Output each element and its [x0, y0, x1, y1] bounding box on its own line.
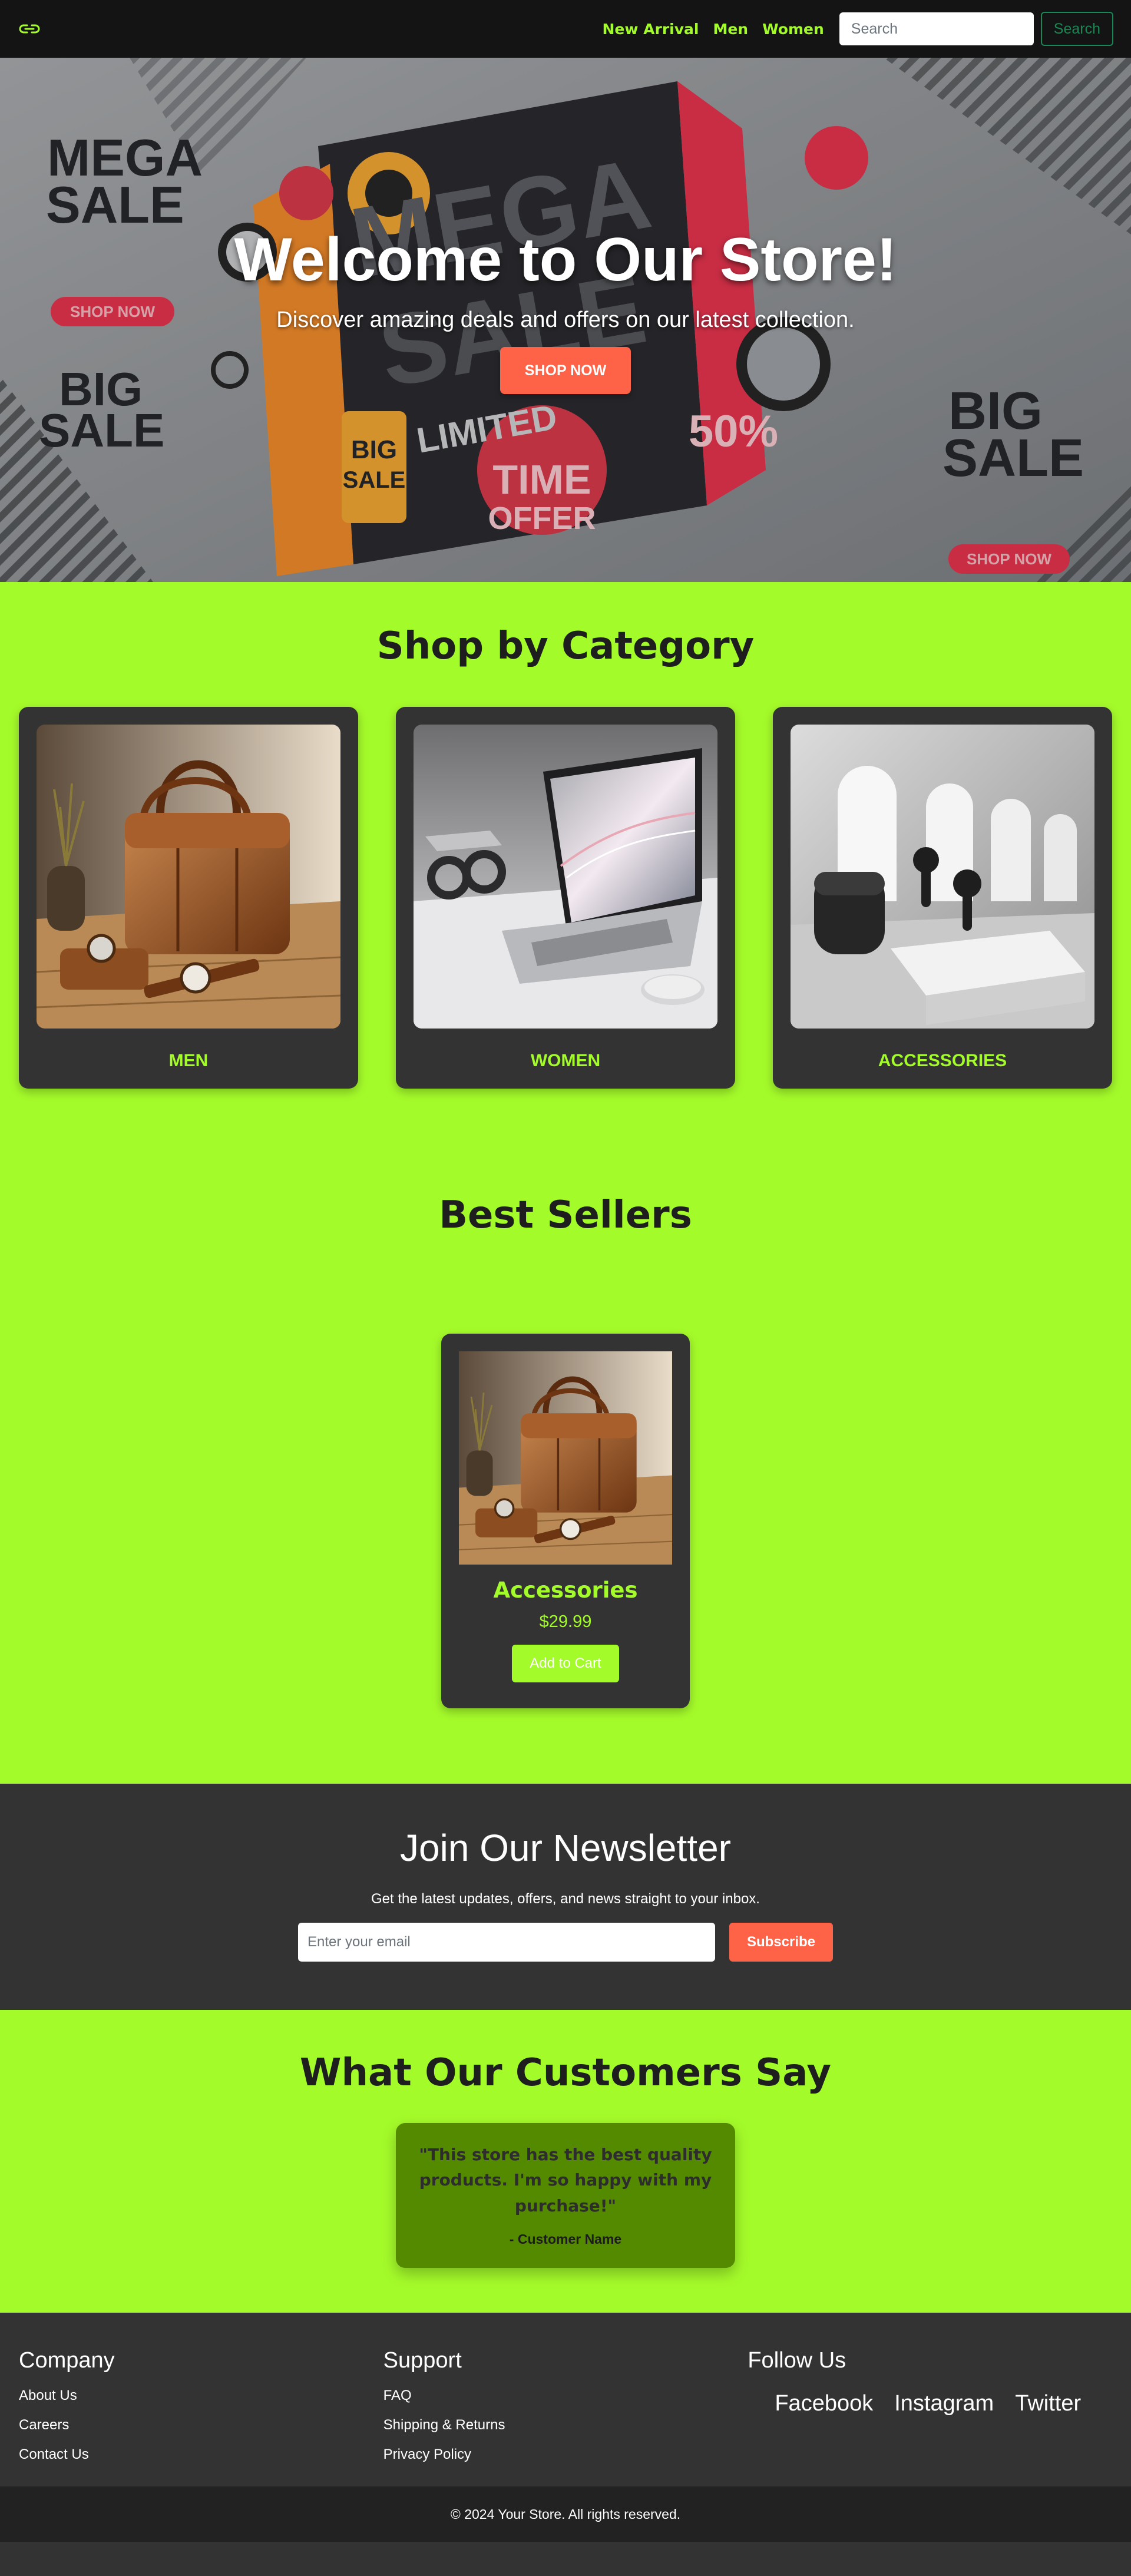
nav-link-men[interactable]: Men — [713, 21, 748, 38]
testimonial-author: - Customer Name — [509, 2231, 622, 2247]
category-card-accessories[interactable]: ACCESSORIES — [773, 707, 1112, 1089]
product-name: Accessories — [493, 1578, 638, 1603]
subscribe-button[interactable]: Subscribe — [729, 1923, 833, 1962]
bestsellers-header: Best Sellers — [0, 1193, 1131, 1282]
search-form: Search — [839, 12, 1113, 46]
add-to-cart-button[interactable]: Add to Cart — [512, 1645, 619, 1682]
newsletter-text: Get the latest updates, offers, and news… — [371, 1891, 760, 1907]
category-label-accessories: ACCESSORIES — [878, 1051, 1007, 1070]
social-link-twitter[interactable]: Twitter — [1015, 2391, 1081, 2416]
social-links: Facebook Instagram Twitter — [748, 2391, 1112, 2416]
footer-support-links: FAQ Shipping & Returns Privacy Policy — [383, 2387, 748, 2463]
bestsellers-section: Best Sellers Accessories $29.99 Add to C… — [0, 1193, 1131, 1784]
bestsellers-title: Best Sellers — [439, 1193, 692, 1237]
nav-link-new-arrival[interactable]: New Arrival — [602, 21, 699, 38]
earbuds-image — [791, 725, 1094, 1029]
footer-link-faq[interactable]: FAQ — [383, 2387, 412, 2403]
social-link-facebook[interactable]: Facebook — [775, 2391, 873, 2416]
footer-follow-column: Follow Us Facebook Instagram Twitter — [748, 2348, 1112, 2486]
footer-link-shipping-returns[interactable]: Shipping & Returns — [383, 2417, 505, 2433]
category-list: MEN WOMEN ACCESSORIES — [0, 707, 1131, 1089]
handbag-image — [37, 725, 340, 1029]
copyright-bar: © 2024 Your Store. All rights reserved. — [0, 2486, 1131, 2542]
product-image[interactable] — [459, 1351, 672, 1565]
category-label-women: WOMEN — [530, 1051, 601, 1070]
newsletter-form: Subscribe — [0, 1923, 1131, 1962]
copyright-text: © 2024 Your Store. All rights reserved. — [450, 2506, 681, 2522]
hero-subtitle: Discover amazing deals and offers on our… — [276, 307, 855, 333]
footer: Company About Us Careers Contact Us Supp… — [0, 2313, 1131, 2486]
page-bottom-spacer — [0, 2542, 1131, 2576]
search-button[interactable]: Search — [1040, 12, 1113, 46]
footer-follow-title: Follow Us — [748, 2348, 846, 2373]
link-icon — [19, 24, 40, 34]
footer-link-privacy-policy[interactable]: Privacy Policy — [383, 2446, 471, 2462]
newsletter-section: Join Our Newsletter Get the latest updat… — [0, 1784, 1131, 2010]
search-input[interactable] — [839, 12, 1034, 45]
hero-title: Welcome to Our Store! — [234, 226, 897, 294]
footer-link-about-us[interactable]: About Us — [19, 2387, 77, 2403]
footer-company-links: About Us Careers Contact Us — [19, 2387, 383, 2463]
category-card-men[interactable]: MEN — [19, 707, 358, 1089]
category-section-title: Shop by Category — [376, 624, 755, 668]
category-section: Shop by Category MEN WOMEN ACCESSORIES — [0, 582, 1131, 1193]
category-label-men: MEN — [168, 1051, 209, 1070]
product-card: Accessories $29.99 Add to Cart — [441, 1334, 690, 1708]
footer-support-column: Support FAQ Shipping & Returns Privacy P… — [383, 2348, 748, 2486]
testimonial-quote: "This store has the best quality product… — [419, 2145, 712, 2215]
footer-link-careers[interactable]: Careers — [19, 2417, 69, 2433]
category-card-women[interactable]: WOMEN — [396, 707, 735, 1089]
newsletter-title: Join Our Newsletter — [400, 1827, 731, 1869]
nav-link-women[interactable]: Women — [762, 21, 824, 38]
nav-menu: New Arrival Men Women Search — [602, 12, 1113, 46]
social-link-instagram[interactable]: Instagram — [894, 2391, 994, 2416]
testimonial-card: "This store has the best quality product… — [396, 2123, 735, 2268]
footer-company-title: Company — [19, 2348, 115, 2373]
hero-content: Welcome to Our Store! Discover amazing d… — [0, 58, 1131, 582]
logo-link[interactable] — [18, 21, 41, 37]
hero-banner: MEGA SALE SHOP NOW BIG SALE MEGA SALE LI… — [0, 58, 1131, 582]
footer-company-column: Company About Us Careers Contact Us — [19, 2348, 383, 2486]
navbar: New Arrival Men Women Search — [0, 0, 1131, 58]
shop-now-button[interactable]: SHOP NOW — [500, 347, 631, 395]
testimonials-title: What Our Customers Say — [299, 2051, 832, 2095]
testimonials-section: What Our Customers Say "This store has t… — [0, 2010, 1131, 2313]
footer-link-contact-us[interactable]: Contact Us — [19, 2446, 89, 2462]
product-price: $29.99 — [539, 1612, 592, 1631]
footer-support-title: Support — [383, 2348, 462, 2373]
email-field[interactable] — [298, 1923, 715, 1962]
laptop-image — [414, 725, 717, 1029]
